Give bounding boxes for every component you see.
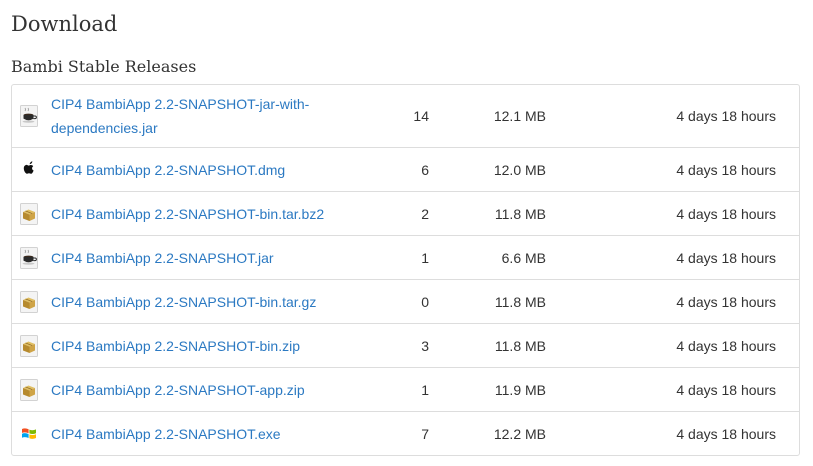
file-size: 11.8 MB — [494, 205, 546, 222]
download-count: 0 — [421, 293, 429, 310]
file-download-link[interactable]: CIP4 BambiApp 2.2-SNAPSHOT-jar-with-depe… — [51, 85, 351, 147]
file-size: 11.9 MB — [494, 381, 546, 398]
file-download-link[interactable]: CIP4 BambiApp 2.2-SNAPSHOT-bin.tar.gz — [51, 280, 351, 323]
download-count: 3 — [421, 337, 429, 354]
download-count: 1 — [421, 249, 429, 266]
archive-box-icon — [20, 378, 38, 401]
file-age: 4 days 18 hours — [676, 381, 776, 398]
file-size: 11.8 MB — [494, 337, 546, 354]
file-age: 4 days 18 hours — [676, 249, 776, 266]
archive-box-icon — [20, 290, 38, 313]
file-download-link[interactable]: CIP4 BambiApp 2.2-SNAPSHOT-bin.zip — [51, 324, 351, 367]
file-size: 12.1 MB — [493, 108, 546, 124]
file-age: 4 days 18 hours — [676, 161, 776, 178]
file-age: 4 days 18 hours — [676, 293, 776, 310]
table-row: CIP4 BambiApp 2.2-SNAPSHOT-app.zip 1 11.… — [12, 367, 799, 411]
page-title: Download — [11, 12, 118, 36]
table-row: CIP4 BambiApp 2.2-SNAPSHOT-bin.tar.gz 0 … — [12, 279, 799, 323]
file-age: 4 days 18 hours — [676, 337, 776, 354]
file-download-link[interactable]: CIP4 BambiApp 2.2-SNAPSHOT-app.zip — [51, 368, 351, 411]
file-download-link[interactable]: CIP4 BambiApp 2.2-SNAPSHOT.dmg — [51, 148, 351, 191]
download-count: 1 — [421, 381, 429, 398]
table-row: CIP4 BambiApp 2.2-SNAPSHOT.dmg 6 12.0 MB… — [12, 147, 799, 191]
download-table: CIP4 BambiApp 2.2-SNAPSHOT-jar-with-depe… — [11, 84, 800, 456]
file-age: 4 days 18 hours — [676, 108, 776, 124]
java-coffee-icon — [20, 246, 38, 269]
java-coffee-icon — [20, 105, 38, 127]
download-count: 6 — [421, 161, 429, 178]
table-row: CIP4 BambiApp 2.2-SNAPSHOT.jar 1 6.6 MB … — [12, 235, 799, 279]
file-size: 11.8 MB — [494, 293, 546, 310]
file-size: 12.0 MB — [493, 161, 546, 178]
table-row: CIP4 BambiApp 2.2-SNAPSHOT-bin.zip 3 11.… — [12, 323, 799, 367]
table-row: CIP4 BambiApp 2.2-SNAPSHOT.exe 7 12.2 MB… — [12, 411, 799, 455]
file-size: 12.2 MB — [493, 425, 546, 442]
archive-box-icon — [20, 202, 38, 225]
apple-icon — [20, 159, 38, 181]
table-row: CIP4 BambiApp 2.2-SNAPSHOT-bin.tar.bz2 2… — [12, 191, 799, 235]
archive-box-icon — [20, 334, 38, 357]
windows-flag-icon — [20, 423, 38, 445]
download-count: 14 — [413, 108, 429, 124]
file-download-link[interactable]: CIP4 BambiApp 2.2-SNAPSHOT-bin.tar.bz2 — [51, 192, 351, 235]
file-age: 4 days 18 hours — [676, 205, 776, 222]
section-title: Bambi Stable Releases — [11, 57, 197, 76]
table-row: CIP4 BambiApp 2.2-SNAPSHOT-jar-with-depe… — [12, 85, 799, 147]
download-count: 7 — [421, 425, 429, 442]
file-age: 4 days 18 hours — [676, 425, 776, 442]
download-count: 2 — [421, 205, 429, 222]
file-download-link[interactable]: CIP4 BambiApp 2.2-SNAPSHOT.exe — [51, 412, 351, 455]
file-size: 6.6 MB — [501, 249, 546, 266]
file-download-link[interactable]: CIP4 BambiApp 2.2-SNAPSHOT.jar — [51, 236, 351, 279]
